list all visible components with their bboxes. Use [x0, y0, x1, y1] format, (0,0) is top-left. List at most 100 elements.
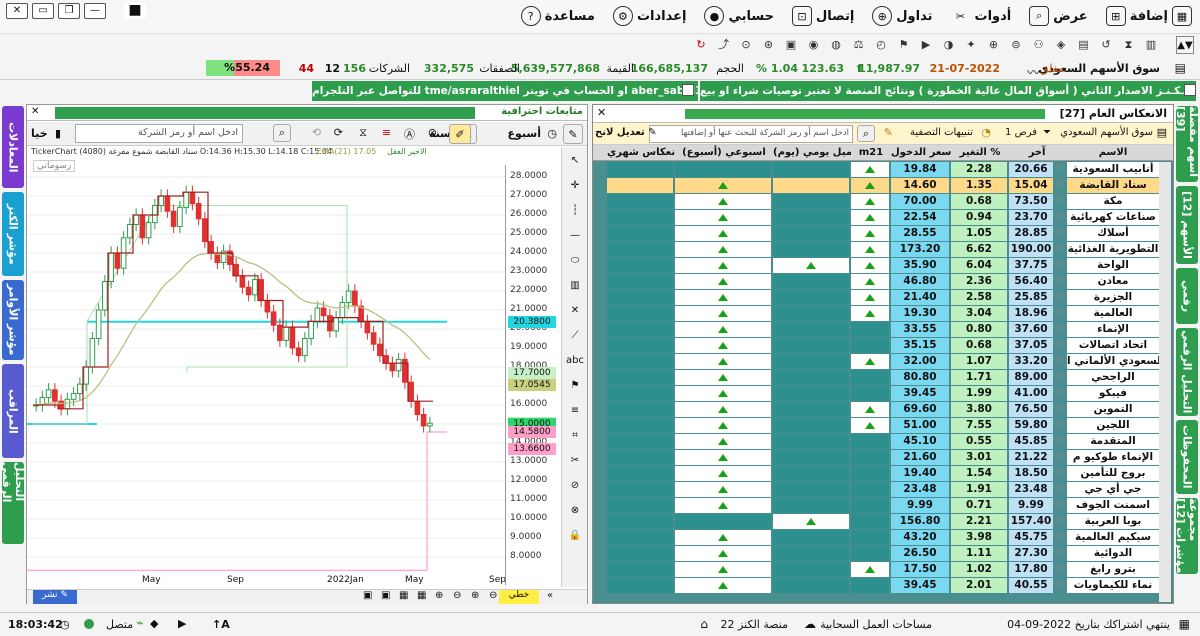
chart-close-icon[interactable]: ✕ [31, 106, 39, 117]
stock-info-icon[interactable]: ⊙ [1055, 195, 1063, 205]
ellipse-tool-icon[interactable]: ⬭ [566, 255, 584, 266]
stock-info-icon[interactable]: ⊙ [1055, 227, 1063, 237]
table-row[interactable]: اسمنت الجوف ⊙ 9.99 0.71 9.99 [593, 498, 1173, 514]
left-tab-0[interactable]: المعادلات [2, 106, 24, 188]
hline-tool-icon[interactable]: — [566, 230, 584, 241]
stock-info-icon[interactable]: ⊙ [1055, 371, 1063, 381]
filter-icon[interactable]: ⏷ [1043, 127, 1051, 138]
table-scrollbar[interactable] [1159, 162, 1171, 602]
table-row[interactable]: أسلاك ⊙ 28.85 1.05 28.55 [593, 226, 1173, 242]
balance-icon[interactable]: ⚖ [852, 38, 866, 52]
target-icon[interactable]: ⊙ [739, 38, 753, 52]
menu-trade[interactable]: تداول [896, 9, 932, 24]
stock-info-icon[interactable]: ⊙ [1055, 323, 1063, 333]
publish-button[interactable]: نشر ✎ [33, 590, 77, 604]
close-window-button[interactable]: ✕ [6, 3, 28, 19]
alerts-label[interactable]: تنبيهات التصفية [910, 127, 973, 138]
zoom-tool-icon[interactable]: ⊖ [489, 590, 497, 601]
reload-icon[interactable]: ↻ [694, 38, 708, 52]
trendline-tool-icon[interactable]: ⟋ [566, 330, 584, 341]
restore-button[interactable]: ❐ [58, 3, 80, 19]
compare-icon[interactable]: ⧖ [359, 126, 367, 140]
zoom-tool-icon[interactable]: ▦ [417, 590, 426, 601]
hourglass-icon[interactable]: ⧗ [1122, 38, 1136, 52]
table-row[interactable]: بترو رابغ ⊙ 17.80 1.02 17.50 [593, 562, 1173, 578]
stock-info-icon[interactable]: ⊙ [1055, 499, 1063, 509]
scanner-search-input[interactable]: ادخل اسم أو رمز الشركة للبحث عنها أو إضا… [649, 125, 853, 143]
draw-mode-label[interactable]: خطي [499, 590, 539, 604]
vline-tool-icon[interactable]: ┆ [566, 205, 584, 216]
table-row[interactable]: السعودي الألماني ا ⊙ 33.20 1.07 32.00 [593, 354, 1173, 370]
scanner-close-icon[interactable]: ✕ [597, 106, 606, 119]
camera-icon[interactable]: ■ [124, 3, 146, 19]
menu-tools[interactable]: أدوات [975, 9, 1012, 24]
left-tab-4[interactable]: التحليل الرقمي [0, 462, 26, 544]
market-filter[interactable]: سوق الأسهم السعودي [1060, 127, 1153, 138]
zoom-tool-icon[interactable]: ▣ [381, 590, 390, 601]
workspace-button[interactable]: مساحات العمل السحابية [820, 618, 932, 631]
pin-icon[interactable]: ◆ [150, 617, 158, 630]
menu-add[interactable]: إضافة [1130, 9, 1168, 24]
scroll-toolbar-icon[interactable]: ▲▼ [1176, 36, 1194, 54]
right-tab-3[interactable]: التحليل الرقمي [1176, 328, 1198, 416]
edit-button[interactable]: تعديل لانح ✎ [595, 127, 657, 138]
stock-info-icon[interactable]: ⊙ [1055, 211, 1063, 221]
badge-icon[interactable]: ⊛ [762, 38, 776, 52]
right-tab-2[interactable]: رقمي [1176, 268, 1198, 324]
table-row[interactable]: سيكيم العالمية ⊙ 45.75 3.98 43.20 [593, 530, 1173, 546]
table-row[interactable]: الراجحي ⊙ 89.00 1.71 80.80 [593, 370, 1173, 386]
flag-tool-icon[interactable]: ⚑ [566, 380, 584, 391]
table-row[interactable]: جي أي جي ⊙ 23.48 1.91 23.48 [593, 482, 1173, 498]
stock-info-icon[interactable]: ⊙ [1055, 531, 1063, 541]
menu-view[interactable]: عرض [1053, 9, 1087, 24]
fib-tool-icon[interactable]: ▥ [566, 280, 584, 291]
stock-info-icon[interactable]: ⊙ [1055, 387, 1063, 397]
delete-tool-icon[interactable]: ⊗ [566, 505, 584, 516]
table-row[interactable]: نماء للكيماويات ⊙ 40.55 2.01 39.45 [593, 578, 1173, 594]
list-icon[interactable]: ▤ [1077, 38, 1091, 52]
plus-icon[interactable]: ⊕ [987, 38, 1001, 52]
layers-tool-icon[interactable]: ≡ [566, 405, 584, 416]
table-row[interactable]: المتقدمة ⊙ 45.85 0.55 45.10 [593, 434, 1173, 450]
hide-tool-icon[interactable]: ⊘ [566, 480, 584, 491]
menu-settings[interactable]: إعدادات [637, 9, 687, 24]
zoom-tool-icon[interactable]: ▦ [399, 590, 408, 601]
play-icon[interactable]: ▶ [919, 38, 933, 52]
column-header[interactable]: آخر [1009, 145, 1065, 160]
pattern-tool-icon[interactable]: ✕ [566, 305, 584, 316]
stock-info-icon[interactable]: ⊙ [1055, 579, 1063, 589]
zoom-tool-icon[interactable]: ⊕ [435, 590, 443, 601]
text-tool-icon[interactable]: abc [566, 355, 584, 366]
stock-info-icon[interactable]: ⊙ [1055, 339, 1063, 349]
table-row[interactable]: الدوائية ⊙ 27.30 1.11 26.50 [593, 546, 1173, 562]
pointer-tool-icon[interactable]: ↖ [566, 155, 584, 166]
app-icon[interactable]: ▦ [1172, 6, 1192, 26]
stock-info-icon[interactable]: ⊙ [1055, 403, 1063, 413]
column-header[interactable]: اسبوعي (أسبوع) [675, 145, 773, 160]
stock-info-icon[interactable]: ⊙ [1055, 483, 1063, 493]
table-row[interactable]: التطويرية الغذائية ⊙ 190.00 6.62 173.20 [593, 242, 1173, 258]
table-row[interactable]: بروج للتأمين ⊙ 18.50 1.54 19.40 [593, 466, 1173, 482]
stock-info-icon[interactable]: ⊙ [1055, 243, 1063, 253]
left-tab-1[interactable]: مؤشر الكنز [2, 192, 24, 276]
expand-icon[interactable]: « [547, 590, 553, 601]
zoom-tool-icon[interactable]: ⊕ [471, 590, 479, 601]
chart-more-label[interactable]: خيا [31, 127, 48, 140]
column-header[interactable]: التغير % [951, 145, 1009, 160]
table-row[interactable]: صناعات كهربائية ⊙ 23.70 0.94 22.54 [593, 210, 1173, 226]
column-header[interactable]: انعكاس شهري [607, 145, 675, 160]
menu-account[interactable]: حسابي [728, 9, 774, 24]
pie-icon[interactable]: ◴ [874, 38, 888, 52]
column-header[interactable]: الاسم [1067, 145, 1159, 160]
lock-tool-icon[interactable]: 🔒 [566, 530, 584, 541]
trend-icon[interactable]: ⤴ [717, 38, 731, 52]
table-row[interactable]: الإنماء ⊙ 37.60 0.80 33.55 [593, 322, 1173, 338]
screen-icon[interactable]: ▣ [784, 38, 798, 52]
flag-icon[interactable]: ⚑ [897, 38, 911, 52]
stock-info-icon[interactable]: ⊙ [1055, 515, 1063, 525]
chart-search-input[interactable]: ادخل اسم أو رمز الشركة [75, 124, 243, 143]
table-row[interactable]: الجزيرة ⊙ 25.85 2.58 21.40 [593, 290, 1173, 306]
zoom-tool-icon[interactable]: ⊖ [453, 590, 461, 601]
right-tab-5[interactable]: مجموعة مؤشرات [12] [1174, 498, 1200, 574]
star-icon[interactable]: ✦ [964, 38, 978, 52]
